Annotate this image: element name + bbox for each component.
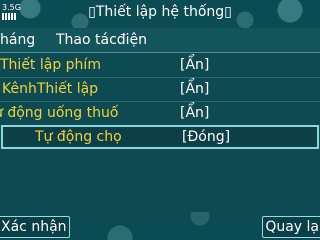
phone-screen: 3.5G ▯Thiết lập hệ thống▯ háng Thao tácđ… <box>0 0 320 240</box>
page-title: ▯Thiết lập hệ thống▯ <box>88 4 232 20</box>
tab-operations[interactable]: Thao tácđiện <box>56 30 147 50</box>
setting-label: ự động uống thuố <box>0 105 119 121</box>
settings-row-auto-select[interactable]: Tự động chọ [Đóng] <box>1 125 319 149</box>
confirm-softkey[interactable]: Xác nhận <box>0 216 70 238</box>
settings-row-key-setup[interactable]: Thiết lập phím [Ẩn] <box>0 54 320 78</box>
title-bar: 3.5G ▯Thiết lập hệ thống▯ <box>0 0 320 28</box>
softkey-bar: Xác nhận Quay lạ <box>0 212 320 240</box>
setting-value: [Ẩn] <box>180 105 210 121</box>
settings-row-channel-setup[interactable]: KênhThiết lập [Ẩn] <box>0 78 320 102</box>
setting-value: [Ẩn] <box>180 81 210 97</box>
tab-bar: háng Thao tácđiện <box>0 28 320 53</box>
setting-label: Thiết lập phím <box>0 57 101 73</box>
tab-partial-left[interactable]: háng <box>0 30 35 50</box>
setting-value: [Đóng] <box>182 129 231 145</box>
settings-row-medicine-reminder[interactable]: ự động uống thuố [Ẩn] <box>0 102 320 126</box>
back-softkey[interactable]: Quay lạ <box>262 216 320 238</box>
setting-value: [Ẩn] <box>180 57 210 73</box>
setting-label: KênhThiết lập <box>2 81 99 97</box>
setting-label: Tự động chọ <box>35 129 122 145</box>
